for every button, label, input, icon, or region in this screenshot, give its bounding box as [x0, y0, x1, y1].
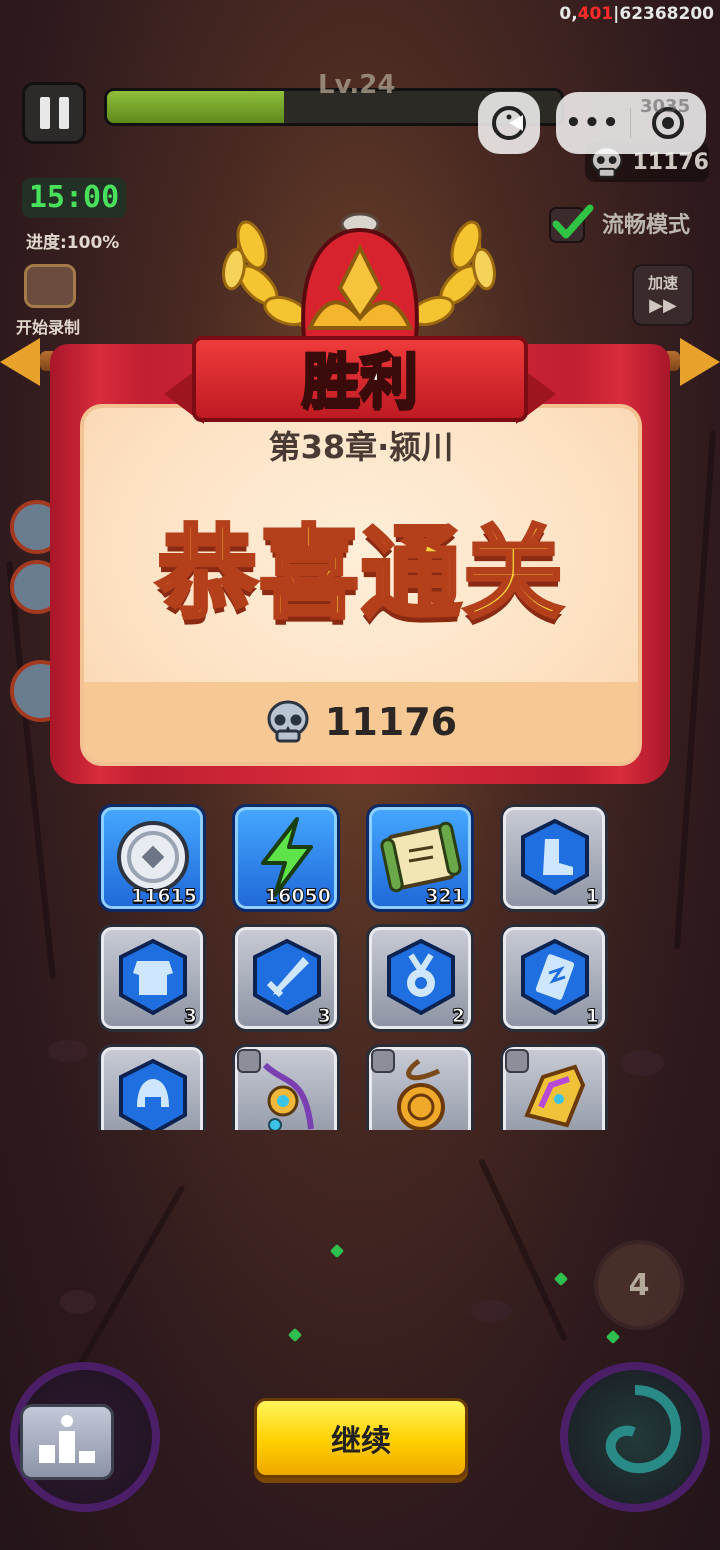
- skull-reward-row: 11176: [84, 700, 638, 744]
- exp-gem: [605, 1329, 621, 1345]
- reward-tile[interactable]: 321: [366, 804, 474, 912]
- rewards-grid[interactable]: 11615 16050 321 1 3 3 2 1: [98, 804, 610, 1130]
- reward-tile[interactable]: [500, 1044, 608, 1130]
- victory-banner: 胜利: [164, 330, 556, 426]
- pause-icon: [39, 97, 50, 129]
- chapter-title: 第38章·颍川: [268, 428, 454, 466]
- reward-quantity: 16050: [264, 885, 331, 908]
- rock: [470, 1300, 512, 1322]
- exp-gem: [329, 1243, 345, 1259]
- reward-tile[interactable]: [366, 1044, 474, 1130]
- reward-tile[interactable]: 16050: [232, 804, 340, 912]
- reward-tile[interactable]: 1: [500, 924, 608, 1032]
- reward-quantity: 321: [425, 885, 466, 908]
- gold-token-pendant-icon: [397, 1058, 445, 1130]
- speed-up-button[interactable]: 加速 ▶▶: [632, 264, 694, 326]
- reward-quantity: 3: [183, 1005, 197, 1028]
- reward-tile[interactable]: 2: [366, 924, 474, 1032]
- game-center-button[interactable]: [478, 92, 540, 154]
- boot-gem-icon: [521, 818, 589, 896]
- armor-gem-icon: [119, 938, 187, 1016]
- fast-forward-icon: ▶▶: [649, 295, 677, 316]
- reward-quantity: 1: [585, 1005, 599, 1028]
- exp-gem: [553, 1271, 569, 1287]
- progress-label: 进度:100%: [26, 233, 120, 253]
- pause-button[interactable]: [22, 82, 86, 144]
- level-label: Lv.24: [318, 70, 396, 100]
- helmet-gem-icon: [119, 1058, 187, 1130]
- victory-title: 胜利: [300, 346, 419, 417]
- stage-timer: 15:00: [22, 178, 126, 218]
- statistics-button[interactable]: [20, 1404, 114, 1480]
- medal-gem-icon: [387, 938, 455, 1016]
- reward-quantity: 11615: [130, 885, 197, 908]
- speed-label: 加速: [647, 274, 678, 292]
- skull-reward-count: 11176: [324, 700, 458, 744]
- reward-tile[interactable]: 3: [232, 924, 340, 1032]
- reward-tile[interactable]: 11615: [98, 804, 206, 912]
- pause-icon: [58, 97, 69, 129]
- smooth-mode-label: 流畅模式: [602, 213, 691, 238]
- rod-end-left: [0, 338, 40, 386]
- rod-end-right: [680, 338, 720, 386]
- debug-stats: 0,401|62368200: [559, 4, 714, 24]
- ornate-shoulder-armor-icon: [524, 1064, 586, 1128]
- victory-card: 第38章·颍川 恭喜通关 11176: [80, 404, 642, 766]
- skill-level: 4: [628, 1267, 650, 1303]
- reward-quantity: 2: [451, 1005, 465, 1028]
- reward-quantity: 1: [585, 885, 599, 908]
- jade-pendant-icon: [262, 1062, 314, 1130]
- reward-tile[interactable]: 1: [500, 804, 608, 912]
- rock: [48, 1040, 88, 1062]
- game-controller-icon: [492, 106, 526, 140]
- reward-tile[interactable]: [232, 1044, 340, 1130]
- more-menu-button[interactable]: •••: [556, 108, 630, 138]
- video-camera-icon[interactable]: [24, 264, 76, 308]
- rock: [620, 1050, 664, 1076]
- reward-tile[interactable]: [98, 1044, 206, 1130]
- coins-top: 3035: [640, 96, 691, 117]
- podium-icon: [39, 1415, 95, 1463]
- victory-helmet-icon: [301, 212, 419, 340]
- skull-icon: [267, 700, 309, 743]
- checkmark-icon: [549, 204, 594, 243]
- congrats-text: 恭喜通关: [155, 513, 565, 634]
- sword-gem-icon: [253, 938, 321, 1016]
- ground-crack: [6, 560, 56, 980]
- experience-bar-fill: [107, 91, 285, 123]
- exp-gem: [287, 1327, 303, 1343]
- cloth-gem-icon: [521, 938, 589, 1016]
- continue-button[interactable]: 继续: [254, 1398, 468, 1478]
- reward-quantity: 3: [317, 1005, 331, 1028]
- smooth-mode-toggle[interactable]: 流畅模式: [548, 202, 690, 244]
- skill-slot[interactable]: 4: [594, 1240, 684, 1330]
- reward-tile[interactable]: 3: [98, 924, 206, 1032]
- rock: [60, 1290, 96, 1314]
- record-label[interactable]: 开始录制: [16, 314, 80, 338]
- ground-crack: [673, 430, 717, 950]
- ultimate-skill-button[interactable]: [560, 1362, 710, 1512]
- whirlwind-icon: [605, 1385, 681, 1474]
